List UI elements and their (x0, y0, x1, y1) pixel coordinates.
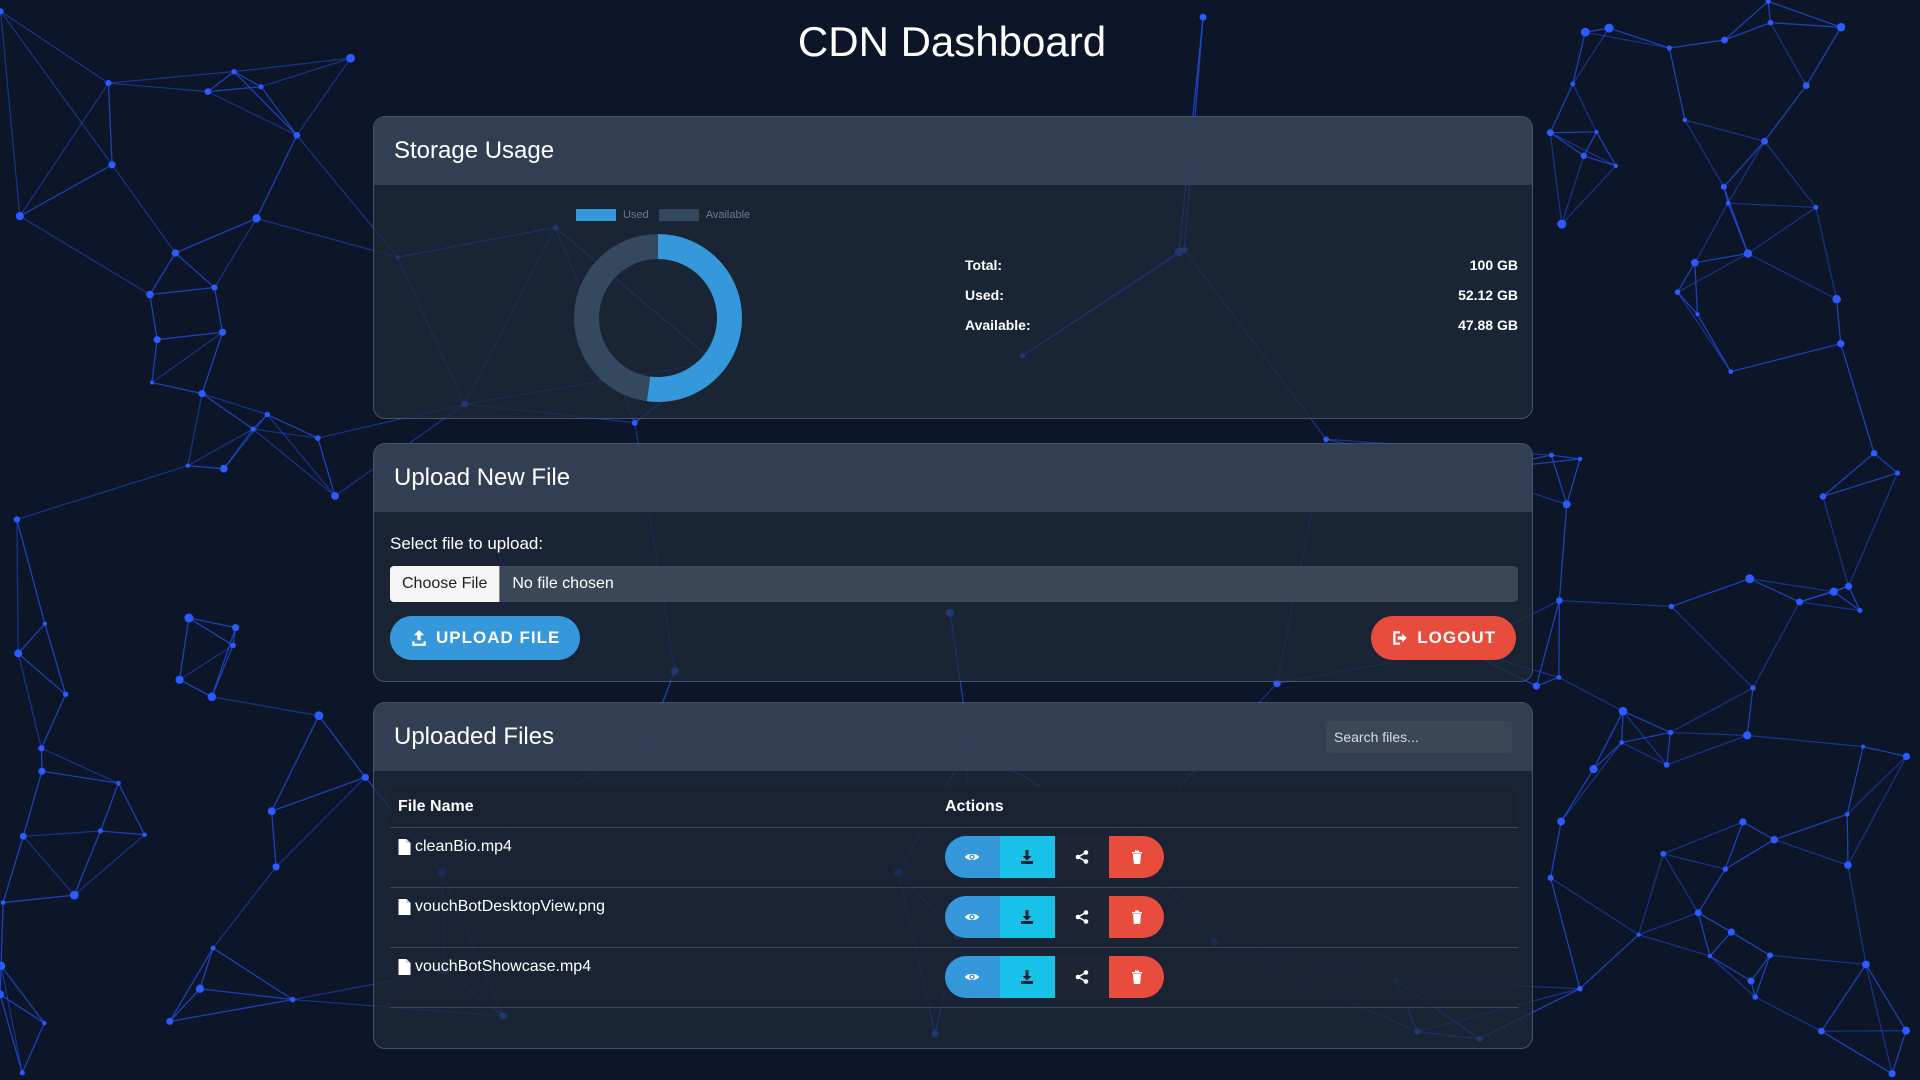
files-table-wrapper: File Name Actions cleanBio.mp4 vouchBotD… (374, 771, 1532, 1008)
upload-card-body: Select file to upload: Choose File No fi… (374, 512, 1532, 660)
donut-slice-used[interactable] (646, 234, 742, 402)
table-row: cleanBio.mp4 (390, 827, 1518, 888)
files-table: File Name Actions cleanBio.mp4 vouchBotD… (390, 787, 1518, 1008)
stat-label-total: Total: (965, 257, 1003, 273)
share-file-button[interactable] (1054, 955, 1110, 998)
file-name-cell: vouchBotDesktopView.png (390, 887, 937, 948)
logout-button[interactable]: LOGOUT (1371, 616, 1516, 660)
legend-item-used[interactable]: Used (576, 209, 649, 221)
uploaded-files-card: Uploaded Files File Name Actions (373, 702, 1533, 1049)
storage-card-body: Used Available Total: 100 GB Used: 52.12… (374, 185, 1532, 418)
file-input-status: No file chosen (512, 575, 614, 592)
file-name: cleanBio.mp4 (415, 837, 512, 855)
legend-label-used: Used (623, 209, 649, 221)
delete-file-button[interactable] (1109, 895, 1164, 938)
stat-value-total: 100 GB (1469, 257, 1518, 273)
choose-file-button[interactable]: Choose File (390, 566, 501, 602)
view-file-button[interactable] (945, 895, 1000, 938)
files-card-title: Uploaded Files (394, 723, 555, 750)
stat-value-used: 52.12 GB (1458, 287, 1518, 303)
upload-file-button[interactable]: UPLOAD FILE (390, 616, 581, 660)
file-actions-cell (937, 827, 1518, 888)
eye-icon (965, 853, 980, 860)
file-actions-cell (937, 947, 1518, 1008)
share-icon (1075, 969, 1089, 984)
storage-usage-card: Storage Usage Used Available Total: 100 … (373, 116, 1533, 419)
file-icon (398, 958, 411, 975)
table-header-row: File Name Actions (390, 787, 1518, 828)
upload-file-label: UPLOAD FILE (436, 628, 561, 647)
download-file-button[interactable] (999, 895, 1055, 938)
storage-stats: Total: 100 GB Used: 52.12 GB Available: … (965, 257, 1518, 347)
column-header-name: File Name (390, 787, 937, 828)
share-file-button[interactable] (1054, 895, 1110, 938)
download-icon (1021, 969, 1034, 984)
file-action-group (945, 895, 1164, 938)
stat-row-used: Used: 52.12 GB (965, 287, 1518, 317)
file-name-cell: vouchBotShowcase.mp4 (390, 947, 937, 1008)
view-file-button[interactable] (945, 955, 1000, 998)
delete-file-button[interactable] (1109, 835, 1164, 878)
file-action-group (945, 955, 1164, 998)
storage-card-title: Storage Usage (394, 137, 555, 164)
files-card-header: Uploaded Files (374, 703, 1532, 771)
file-input[interactable]: Choose File No file chosen (390, 566, 1518, 602)
file-name: vouchBotDesktopView.png (415, 897, 606, 915)
legend-label-available: Available (705, 209, 751, 221)
file-action-group (945, 835, 1164, 878)
upload-card: Upload New File Select file to upload: C… (373, 443, 1533, 682)
legend-item-available[interactable]: Available (658, 209, 751, 221)
search-files-input[interactable] (1326, 721, 1512, 753)
trash-icon (1131, 850, 1142, 864)
dashboard-page: CDN Dashboard Storage Usage Used Availab… (0, 0, 1920, 1080)
logout-label: LOGOUT (1417, 628, 1496, 647)
files-table-body: cleanBio.mp4 vouchBotDesktopView.png vou… (390, 827, 1518, 1008)
eye-icon (965, 913, 980, 920)
logout-icon (1393, 631, 1408, 645)
download-icon (1021, 849, 1034, 864)
delete-file-button[interactable] (1109, 955, 1164, 998)
storage-card-header: Storage Usage (374, 117, 1532, 185)
legend-swatch-used (576, 209, 616, 221)
download-file-button[interactable] (999, 835, 1055, 878)
donut-slice-available[interactable] (573, 234, 658, 402)
download-file-button[interactable] (999, 955, 1055, 998)
file-name-cell: cleanBio.mp4 (390, 827, 937, 888)
upload-card-header: Upload New File (374, 444, 1532, 512)
stat-row-total: Total: 100 GB (965, 257, 1518, 287)
page-title: CDN Dashboard (797, 18, 1107, 65)
share-icon (1075, 849, 1089, 864)
chart-legend: Used Available (576, 209, 750, 221)
upload-icon (412, 630, 426, 646)
eye-icon (965, 973, 980, 980)
table-row: vouchBotDesktopView.png (390, 887, 1518, 948)
trash-icon (1131, 970, 1142, 984)
file-actions-cell (937, 887, 1518, 948)
storage-donut-chart (573, 234, 742, 402)
stat-row-available: Available: 47.88 GB (965, 317, 1518, 347)
share-file-button[interactable] (1054, 835, 1110, 878)
download-icon (1021, 909, 1034, 924)
file-name: vouchBotShowcase.mp4 (415, 957, 592, 975)
file-select-label: Select file to upload: (390, 534, 544, 553)
stat-label-available: Available: (965, 317, 1031, 333)
column-header-actions: Actions (937, 787, 1518, 828)
trash-icon (1131, 910, 1142, 924)
file-icon (398, 838, 411, 855)
share-icon (1075, 909, 1089, 924)
view-file-button[interactable] (945, 835, 1000, 878)
table-row: vouchBotShowcase.mp4 (390, 947, 1518, 1008)
upload-card-title: Upload New File (394, 464, 571, 491)
legend-swatch-available (658, 209, 699, 221)
stat-value-available: 47.88 GB (1458, 317, 1518, 333)
upload-actions: UPLOAD FILE LOGOUT (390, 616, 1516, 660)
file-icon (398, 898, 411, 915)
stat-label-used: Used: (965, 287, 1004, 303)
